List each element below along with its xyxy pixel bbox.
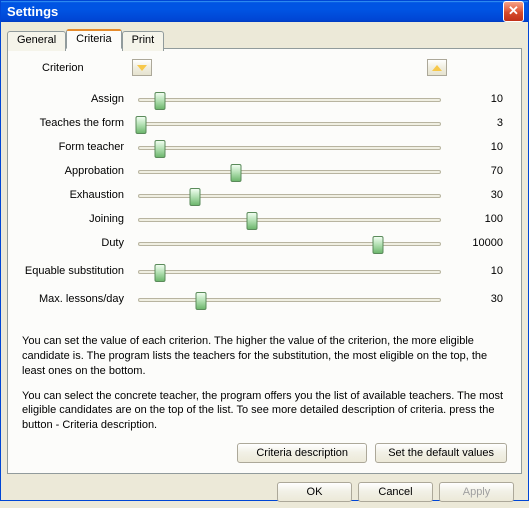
slider-thumb[interactable]	[230, 164, 241, 182]
slider-track	[138, 170, 441, 174]
criteria-name: Exhaustion	[22, 189, 132, 201]
criteria-slider[interactable]	[132, 232, 447, 254]
slider-track	[138, 122, 441, 126]
titlebar: Settings ✕	[1, 1, 528, 22]
criteria-value: 3	[447, 117, 507, 129]
slider-thumb[interactable]	[190, 188, 201, 206]
criteria-value: 30	[447, 293, 507, 305]
tab-criteria[interactable]: Criteria	[66, 29, 121, 49]
criteria-name: Teaches the form	[22, 117, 132, 129]
criteria-description-button[interactable]: Criteria description	[237, 443, 367, 463]
criteria-slider[interactable]	[132, 288, 447, 310]
criteria-row: Form teacher 10	[22, 136, 507, 158]
criteria-row: Joining 100	[22, 208, 507, 230]
criteria-row: Exhaustion 30	[22, 184, 507, 206]
apply-button: Apply	[439, 482, 514, 502]
set-defaults-button[interactable]: Set the default values	[375, 443, 507, 463]
slider-thumb[interactable]	[155, 264, 166, 282]
criteria-value: 10000	[447, 237, 507, 249]
criteria-slider[interactable]	[132, 184, 447, 206]
criteria-value: 10	[447, 141, 507, 153]
slider-track	[138, 242, 441, 246]
slider-thumb[interactable]	[155, 92, 166, 110]
criteria-name: Joining	[22, 213, 132, 225]
slider-track	[138, 270, 441, 274]
criteria-row: Teaches the form 3	[22, 112, 507, 134]
close-button[interactable]: ✕	[503, 1, 524, 22]
cancel-button[interactable]: Cancel	[358, 482, 433, 502]
criteria-value: 10	[447, 93, 507, 105]
slider-track	[138, 298, 441, 302]
criteria-row: Max. lessons/day 30	[22, 288, 507, 310]
criteria-name: Assign	[22, 93, 132, 105]
criteria-row: Equable substitution 10	[22, 256, 507, 286]
slider-thumb[interactable]	[246, 212, 257, 230]
slider-thumb[interactable]	[136, 116, 147, 134]
sort-asc-button[interactable]	[427, 59, 447, 76]
criteria-row: Assign 10	[22, 88, 507, 110]
criteria-row: Approbation 70	[22, 160, 507, 182]
criteria-value: 30	[447, 189, 507, 201]
description-p1: You can set the value of each criterion.…	[22, 334, 507, 379]
criteria-header: Criterion	[22, 59, 507, 76]
close-icon: ✕	[508, 3, 519, 18]
arrow-down-icon	[137, 65, 147, 71]
criteria-slider[interactable]	[132, 260, 447, 282]
slider-track	[138, 98, 441, 102]
criteria-slider[interactable]	[132, 136, 447, 158]
criteria-value: 10	[447, 265, 507, 277]
tabpage-criteria: Criterion Assign 10 Teaches the form 3 Form …	[7, 48, 522, 474]
tabpage-buttons: Criteria description Set the default val…	[22, 443, 507, 463]
client-area: General Criteria Print Criterion Assign 1…	[1, 22, 528, 508]
slider-thumb[interactable]	[372, 236, 383, 254]
criteria-value: 100	[447, 213, 507, 225]
arrow-up-icon	[432, 65, 442, 71]
criteria-list: Assign10Teaches the form3Form teacher10A…	[22, 88, 507, 312]
ok-button[interactable]: OK	[277, 482, 352, 502]
criterion-header-label: Criterion	[22, 62, 122, 74]
description-text: You can set the value of each criterion.…	[22, 334, 507, 443]
criteria-slider[interactable]	[132, 88, 447, 110]
dialog-buttons: OK Cancel Apply	[7, 474, 522, 502]
criteria-slider[interactable]	[132, 112, 447, 134]
tab-strip: General Criteria Print	[7, 29, 522, 49]
criteria-name: Approbation	[22, 165, 132, 177]
criteria-slider[interactable]	[132, 208, 447, 230]
criteria-name: Duty	[22, 237, 132, 249]
criteria-name: Form teacher	[22, 141, 132, 153]
slider-track	[138, 218, 441, 222]
settings-window: Settings ✕ General Criteria Print Criter…	[0, 0, 529, 501]
slider-track	[138, 146, 441, 150]
slider-track	[138, 194, 441, 198]
description-p2: You can select the concrete teacher, the…	[22, 389, 507, 434]
sort-desc-button[interactable]	[132, 59, 152, 76]
slider-thumb[interactable]	[196, 292, 207, 310]
tab-general[interactable]: General	[7, 31, 66, 51]
criteria-name: Max. lessons/day	[22, 293, 132, 305]
slider-thumb[interactable]	[155, 140, 166, 158]
tab-print[interactable]: Print	[122, 31, 165, 51]
criteria-value: 70	[447, 165, 507, 177]
criteria-slider[interactable]	[132, 160, 447, 182]
criteria-name: Equable substitution	[22, 265, 132, 277]
criteria-row: Duty 10000	[22, 232, 507, 254]
window-title: Settings	[7, 4, 503, 19]
